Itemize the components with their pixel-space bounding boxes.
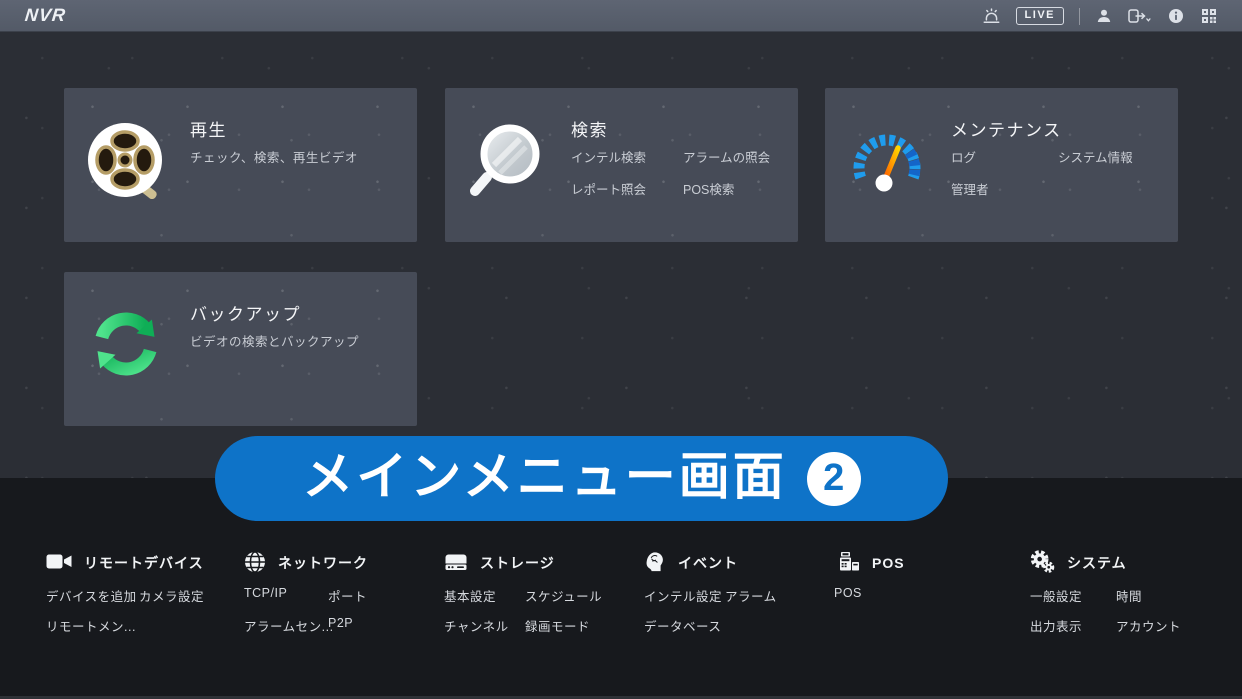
settings-storage-header[interactable]: ストレージ [444,550,602,576]
annotation-banner: メインメニュー画面 2 [215,436,948,521]
nvr-main-menu-screen: NVR LIVE [0,0,1242,699]
settings-system-title: システム [1067,553,1127,573]
settings-item-port[interactable]: ポート [328,586,368,605]
gauge-icon [848,121,926,199]
head-icon [644,551,666,576]
nvr-logo: NVR [24,5,67,26]
card-subtitle-playback: チェック、検索、再生ビデオ [190,147,358,166]
card-search-items: インテル検索 アラームの照会 レポート照会 POS検索 [571,147,770,198]
settings-item-alarm-center[interactable]: アラームセン... [244,616,328,635]
settings-item-output-display[interactable]: 出力表示 [1030,616,1116,635]
settings-col-event: イベント インテル設定 アラーム データベース [644,550,777,635]
menu-item-intel-search[interactable]: インテル検索 [571,147,683,166]
settings-remote-device-title: リモートデバイス [84,553,204,573]
settings-item-remote-maintenance[interactable]: リモートメン... [46,616,139,635]
settings-network-header[interactable]: ネットワーク [244,550,368,576]
qr-code-icon[interactable] [1200,7,1218,25]
top-bar: NVR LIVE [0,0,1242,32]
settings-remote-device-items: デバイスを追加 カメラ設定 リモートメン... [46,586,204,635]
menu-card-playback[interactable]: 再生 チェック、検索、再生ビデオ [64,88,417,242]
magnifier-icon [468,121,546,199]
live-button[interactable]: LIVE [1016,7,1064,25]
settings-pos-header[interactable]: POS [838,550,905,576]
settings-item-database[interactable]: データベース [644,616,725,635]
settings-item-add-device[interactable]: デバイスを追加 [46,586,139,605]
settings-remote-device-header[interactable]: リモートデバイス [46,550,204,576]
menu-item-administrator[interactable]: 管理者 [951,179,1058,198]
sync-arrows-icon [87,305,165,383]
settings-col-system: システム 一般設定 時間 出力表示 アカウント [1030,550,1181,635]
gears-icon [1030,550,1055,576]
menu-card-backup[interactable]: バックアップ ビデオの検索とバックアップ [64,272,417,426]
settings-item-general-settings[interactable]: 一般設定 [1030,586,1116,605]
hard-drive-icon [444,552,468,575]
banner-text: メインメニュー画面 [302,451,786,506]
settings-event-title: イベント [678,553,738,573]
settings-pos-items: POS [834,586,905,600]
card-title-search: 検索 [571,116,608,141]
settings-item-channel[interactable]: チャンネル [444,616,525,635]
settings-col-pos: POS POS [838,550,905,600]
top-bar-actions: LIVE [983,0,1218,32]
card-maintenance-items: ログ システム情報 管理者 [951,147,1133,198]
card-subtitle-backup: ビデオの検索とバックアップ [190,331,359,350]
settings-storage-items: 基本設定 スケジュール チャンネル 録画モード [444,586,602,635]
settings-item-camera-settings[interactable]: カメラ設定 [139,586,204,605]
settings-item-alarm[interactable]: アラーム [725,586,777,605]
menu-item-system-info[interactable]: システム情報 [1058,147,1133,166]
settings-col-storage: ストレージ 基本設定 スケジュール チャンネル 録画モード [444,550,602,635]
card-title-playback: 再生 [190,116,227,141]
menu-card-maintenance[interactable]: メンテナンス ログ システム情報 管理者 [825,88,1178,242]
settings-system-items: 一般設定 時間 出力表示 アカウント [1030,586,1181,635]
settings-item-p2p[interactable]: P2P [328,616,368,635]
settings-system-header[interactable]: システム [1030,550,1181,576]
banner-number-badge: 2 [807,452,861,506]
settings-col-remote-device: リモートデバイス デバイスを追加 カメラ設定 リモートメン... [46,550,204,635]
topbar-separator [1079,8,1080,25]
info-icon[interactable] [1167,7,1185,25]
settings-storage-title: ストレージ [480,553,555,573]
settings-item-record-mode[interactable]: 録画モード [525,616,602,635]
settings-pos-title: POS [872,555,905,571]
film-reel-icon [87,121,165,199]
globe-icon [244,551,266,576]
settings-item-basic-settings[interactable]: 基本設定 [444,586,525,605]
alarm-beacon-icon[interactable] [983,7,1001,25]
settings-item-tcpip[interactable]: TCP/IP [244,586,328,605]
settings-network-items: TCP/IP ポート アラームセン... P2P [244,586,368,635]
card-title-backup: バックアップ [190,300,301,325]
settings-col-network: ネットワーク TCP/IP ポート アラームセン... P2P [244,550,368,635]
menu-item-log[interactable]: ログ [951,147,1058,166]
settings-item-schedule[interactable]: スケジュール [525,586,602,605]
settings-item-intel-settings[interactable]: インテル設定 [644,586,725,605]
settings-item-account[interactable]: アカウント [1116,616,1181,635]
logout-icon[interactable] [1128,7,1152,25]
settings-event-header[interactable]: イベント [644,550,777,576]
menu-item-report-inquiry[interactable]: レポート照会 [571,179,683,198]
card-title-maintenance: メンテナンス [951,116,1062,141]
cash-register-icon [838,551,860,576]
settings-event-items: インテル設定 アラーム データベース [644,586,777,635]
video-camera-icon [46,552,72,574]
user-icon[interactable] [1095,7,1113,25]
settings-item-time[interactable]: 時間 [1116,586,1181,605]
menu-item-pos-search[interactable]: POS検索 [683,179,770,198]
menu-item-alarm-inquiry[interactable]: アラームの照会 [683,147,770,166]
settings-network-title: ネットワーク [278,553,368,573]
menu-card-search[interactable]: 検索 インテル検索 アラームの照会 レポート照会 POS検索 [445,88,798,242]
settings-item-pos[interactable]: POS [834,586,905,600]
